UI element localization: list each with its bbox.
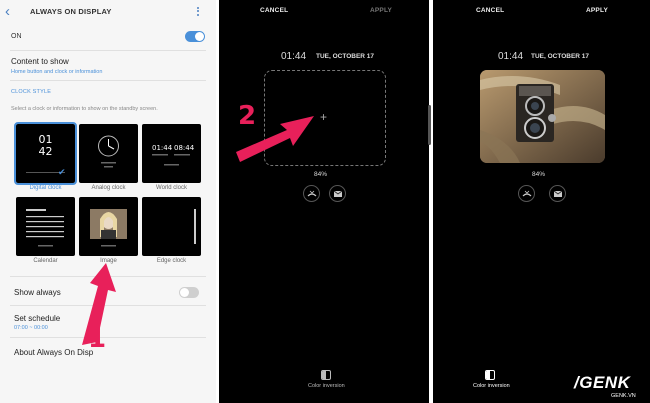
step-2-label: 2 bbox=[238, 101, 257, 131]
watermark-domain: GENK.VN bbox=[611, 393, 636, 399]
watermark-brand: /GENK bbox=[574, 373, 631, 392]
step-1-label: 1 bbox=[88, 324, 107, 354]
